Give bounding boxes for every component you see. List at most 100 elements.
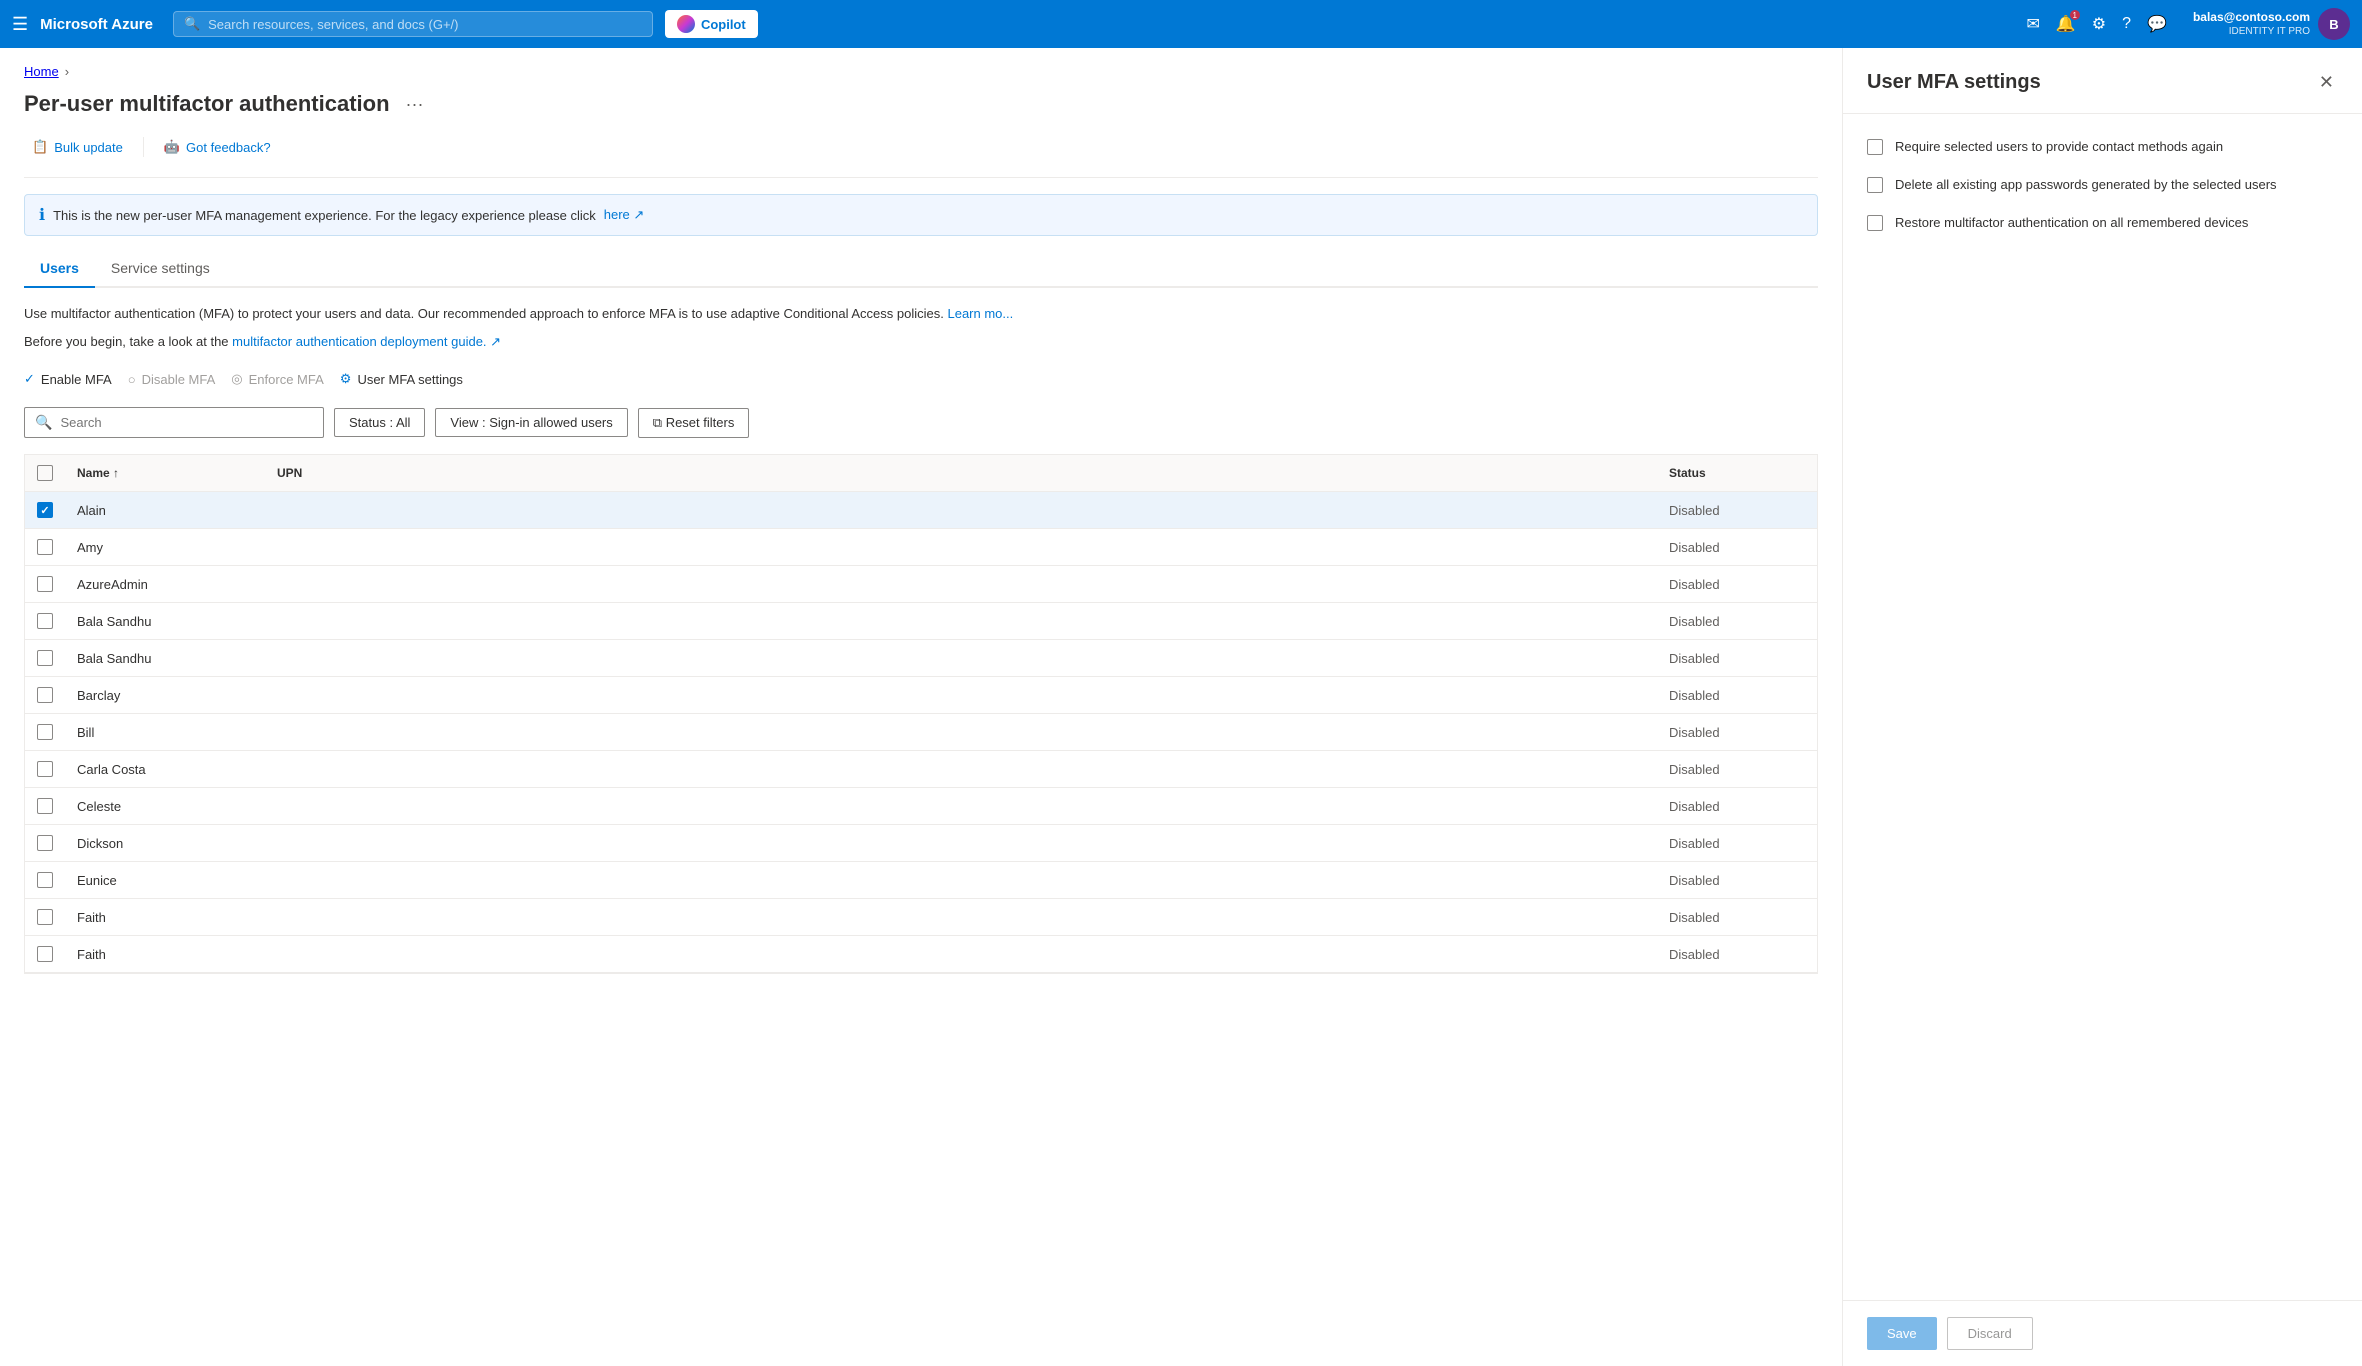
row-checkbox[interactable] [37, 613, 53, 629]
bulk-update-button[interactable]: 📋 Bulk update [24, 133, 131, 161]
table-row[interactable]: Faith Disabled [25, 936, 1817, 973]
notification-icon[interactable]: 🔔1 [2050, 8, 2082, 40]
require-contact-checkbox[interactable] [1867, 139, 1883, 155]
global-search-bar[interactable]: 🔍 [173, 11, 653, 37]
user-info[interactable]: balas@contoso.com IDENTITY IT PRO B [2193, 8, 2350, 40]
disable-mfa-icon: ○ [128, 372, 136, 387]
user-avatar[interactable]: B [2318, 8, 2350, 40]
restore-mfa-checkbox[interactable] [1867, 215, 1883, 231]
panel-body: Require selected users to provide contac… [1843, 114, 2362, 1300]
feedback-label: Got feedback? [186, 140, 271, 155]
table-row[interactable]: Faith Disabled [25, 899, 1817, 936]
table-row[interactable]: Eunice Disabled [25, 862, 1817, 899]
table-row[interactable]: Bala Sandhu Disabled [25, 640, 1817, 677]
table-row[interactable]: Amy Disabled [25, 529, 1817, 566]
enforce-mfa-label: Enforce MFA [249, 372, 324, 387]
user-mfa-settings-button[interactable]: ⚙ User MFA settings [340, 367, 463, 391]
row-checkbox[interactable] [37, 650, 53, 666]
discard-button[interactable]: Discard [1947, 1317, 2033, 1350]
legacy-link[interactable]: here ↗ [604, 207, 645, 223]
enable-mfa-button[interactable]: ✓ Enable MFA [24, 367, 112, 391]
tab-users[interactable]: Users [24, 252, 95, 288]
row-name: Faith [65, 937, 265, 972]
enforce-mfa-icon: ◎ [231, 371, 242, 387]
deployment-guide-link[interactable]: multifactor authentication deployment gu… [232, 334, 501, 349]
row-checkbox[interactable] [37, 576, 53, 592]
table-header: Name ↑ UPN Status [25, 455, 1817, 492]
copilot-button[interactable]: Copilot [665, 10, 758, 38]
home-link[interactable]: Home [24, 64, 59, 79]
info-icon: ℹ [39, 205, 45, 225]
row-upn [265, 796, 1657, 816]
user-mfa-settings-label: User MFA settings [357, 372, 462, 387]
table-row[interactable]: Dickson Disabled [25, 825, 1817, 862]
delete-passwords-label: Delete all existing app passwords genera… [1895, 176, 2277, 194]
row-checkbox[interactable] [37, 909, 53, 925]
bulk-update-label: Bulk update [54, 140, 123, 155]
main-layout: Home › Per-user multifactor authenticati… [0, 48, 2362, 1366]
reset-filters-button[interactable]: ⧉ Reset filters [638, 408, 750, 438]
table-row[interactable]: Carla Costa Disabled [25, 751, 1817, 788]
save-button[interactable]: Save [1867, 1317, 1937, 1350]
row-checkbox[interactable] [37, 502, 53, 518]
row-status: Disabled [1657, 937, 1817, 972]
panel-header: User MFA settings ✕ [1843, 48, 2362, 114]
row-checkbox-cell [25, 603, 65, 639]
row-checkbox[interactable] [37, 798, 53, 814]
select-all-checkbox[interactable] [37, 465, 53, 481]
chat-icon[interactable]: 💬 [2141, 8, 2173, 40]
search-input[interactable] [60, 415, 313, 430]
table-row[interactable]: AzureAdmin Disabled [25, 566, 1817, 603]
brand-name: Microsoft Azure [40, 16, 153, 33]
feedback-button[interactable]: 🤖 Got feedback? [156, 133, 279, 161]
table-row[interactable]: Bill Disabled [25, 714, 1817, 751]
th-status: Status [1657, 455, 1817, 491]
more-button[interactable]: ··· [400, 92, 430, 117]
row-checkbox-cell [25, 936, 65, 972]
close-panel-button[interactable]: ✕ [2315, 68, 2338, 97]
row-upn [265, 685, 1657, 705]
row-checkbox-cell [25, 788, 65, 824]
table-row[interactable]: Celeste Disabled [25, 788, 1817, 825]
copilot-icon [677, 15, 695, 33]
row-upn [265, 907, 1657, 927]
search-box-icon: 🔍 [35, 414, 52, 431]
row-checkbox-cell [25, 677, 65, 713]
row-checkbox[interactable] [37, 687, 53, 703]
status-filter-label: Status : All [349, 415, 410, 430]
row-checkbox[interactable] [37, 761, 53, 777]
top-navigation: ☰ Microsoft Azure 🔍 Copilot ✉ 🔔1 ⚙ ? 💬 b… [0, 0, 2362, 48]
delete-passwords-checkbox[interactable] [1867, 177, 1883, 193]
row-checkbox[interactable] [37, 946, 53, 962]
status-filter-button[interactable]: Status : All [334, 408, 425, 437]
settings-icon[interactable]: ⚙ [2086, 8, 2112, 40]
row-checkbox[interactable] [37, 539, 53, 555]
view-filter-button[interactable]: View : Sign-in allowed users [435, 408, 627, 437]
row-checkbox-cell [25, 566, 65, 602]
panel-option-restore-mfa: Restore multifactor authentication on al… [1867, 214, 2338, 232]
help-icon[interactable]: ? [2116, 9, 2137, 39]
user-mfa-settings-icon: ⚙ [340, 371, 352, 387]
tab-service-settings[interactable]: Service settings [95, 252, 226, 288]
enforce-mfa-button[interactable]: ◎ Enforce MFA [231, 367, 323, 391]
row-checkbox-cell [25, 492, 65, 528]
search-box[interactable]: 🔍 [24, 407, 324, 438]
hamburger-icon[interactable]: ☰ [12, 14, 28, 35]
table-row[interactable]: Bala Sandhu Disabled [25, 603, 1817, 640]
table-row[interactable]: Alain Disabled [25, 492, 1817, 529]
email-icon[interactable]: ✉ [2020, 8, 2045, 40]
row-checkbox-cell [25, 640, 65, 676]
table-row[interactable]: Barclay Disabled [25, 677, 1817, 714]
panel-footer: Save Discard [1843, 1300, 2362, 1366]
row-checkbox[interactable] [37, 724, 53, 740]
right-panel: User MFA settings ✕ Require selected use… [1842, 48, 2362, 1366]
row-status: Disabled [1657, 789, 1817, 824]
global-search-input[interactable] [208, 17, 642, 32]
row-checkbox[interactable] [37, 872, 53, 888]
learn-more-link[interactable]: Learn mo... [947, 306, 1013, 321]
row-name: Bill [65, 715, 265, 750]
row-checkbox[interactable] [37, 835, 53, 851]
row-status: Disabled [1657, 752, 1817, 787]
disable-mfa-button[interactable]: ○ Disable MFA [128, 368, 216, 391]
th-checkbox [25, 455, 65, 491]
